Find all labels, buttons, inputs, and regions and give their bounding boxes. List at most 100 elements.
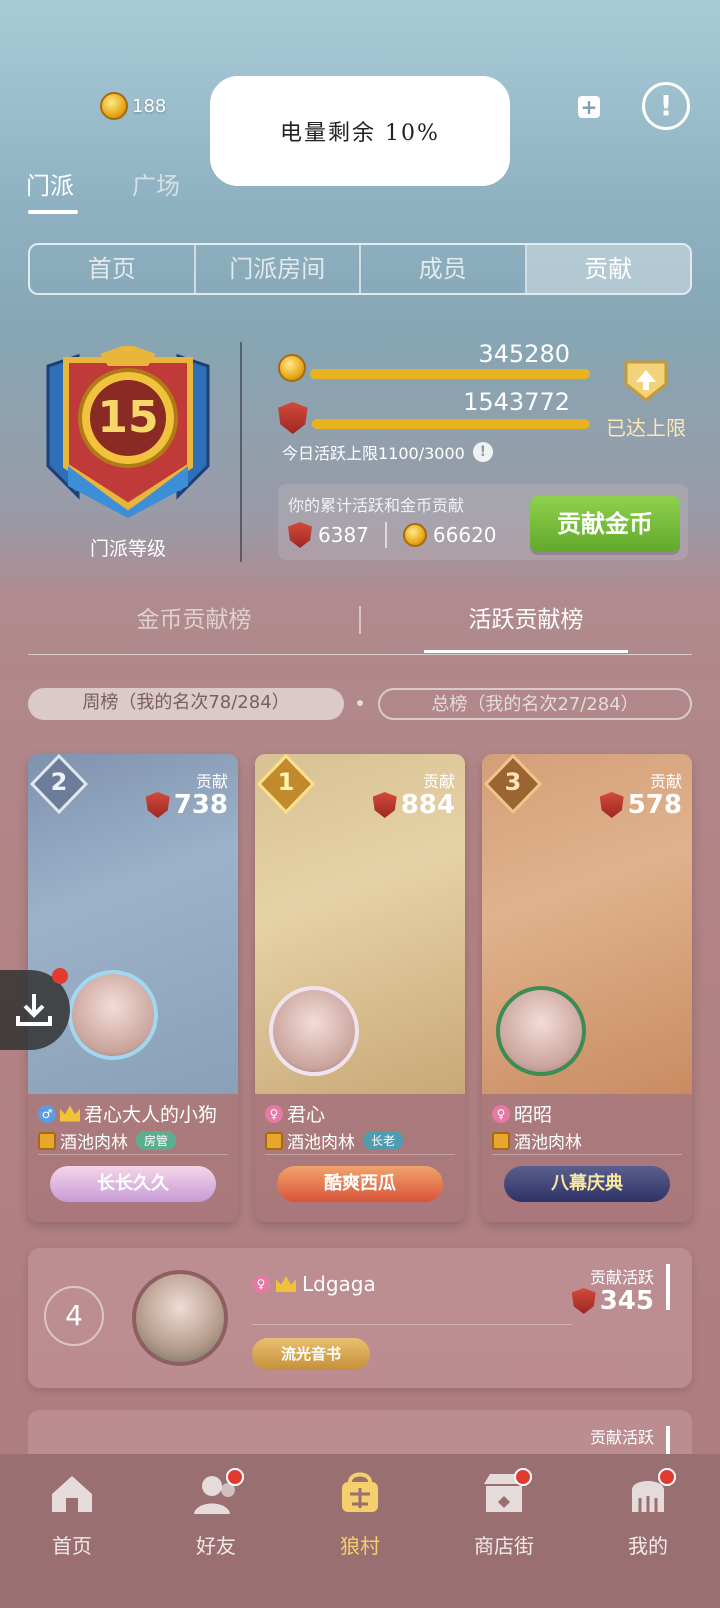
nav-label: 好友 (196, 1534, 236, 1558)
coin-icon (100, 92, 128, 120)
title-banner: 长长久久 (50, 1166, 216, 1202)
contribution-label: 贡献活跃 (589, 1268, 654, 1287)
nav-home[interactable]: 首页 (0, 1454, 144, 1608)
guild-active-stat: 1543772 (278, 388, 590, 434)
player-name: 君心大人的小狗 (84, 1104, 218, 1126)
guild-active-value: 1543772 (463, 388, 570, 416)
divider (28, 654, 692, 655)
female-icon: ♀ (265, 1104, 283, 1123)
subtab-contribution[interactable]: 贡献 (526, 245, 690, 293)
nav-label: 商店街 (474, 1534, 534, 1558)
vip-crown-icon (60, 1105, 80, 1122)
avatar[interactable] (269, 986, 359, 1076)
avatar[interactable] (496, 986, 586, 1076)
contribution-label: 贡献活跃 (589, 1428, 654, 1447)
female-icon: ♀ (492, 1104, 510, 1123)
donate-coins-button[interactable]: 贡献金币 (530, 496, 680, 552)
nav-friends[interactable]: 好友 (144, 1454, 288, 1608)
tab-guild[interactable]: 门派 (26, 166, 74, 201)
trophy-cap-icon (624, 360, 668, 402)
male-icon: ♂ (38, 1104, 56, 1123)
notification-dot (52, 968, 68, 984)
subtab-home[interactable]: 首页 (30, 245, 196, 293)
rank-number: 4 (44, 1286, 104, 1346)
divider (492, 1154, 682, 1155)
my-contribution-title: 你的累计活跃和金币贡献 (288, 496, 465, 515)
clan-name: 酒池肉林 (60, 1133, 128, 1153)
guild-coin-stat: 345280 (278, 340, 590, 382)
rank-card-3[interactable]: 3 贡献 578 ♀ 昭昭 酒池肉林 八幕庆典 (482, 754, 692, 1222)
coin-icon (402, 523, 427, 547)
divider (359, 606, 361, 634)
avatar[interactable] (132, 1270, 228, 1366)
today-limit-text: 今日活跃上限1100/3000 (282, 444, 465, 463)
coin-balance[interactable]: 188 (100, 92, 166, 120)
clan-icon (265, 1131, 283, 1150)
my-coin-value: 66620 (432, 523, 497, 547)
subtab-members[interactable]: 成员 (361, 245, 527, 293)
bottom-nav: 首页 好友 狼村 商店街 我的 (0, 1454, 720, 1608)
clan-name: 酒池肉林 (514, 1133, 582, 1153)
player-name: 昭昭 (514, 1104, 553, 1126)
role-tag: 房管 (136, 1131, 177, 1150)
info-icon[interactable]: ! (642, 82, 690, 130)
nav-shop[interactable]: 商店街 (432, 1454, 576, 1608)
sub-tabs: 首页 门派房间 成员 贡献 (28, 243, 692, 295)
subtab-guild-room[interactable]: 门派房间 (196, 245, 361, 293)
vip-crown-icon (276, 1276, 296, 1292)
player-name-row: ♀ 君心 (265, 1100, 325, 1127)
tab-underline (424, 650, 628, 653)
activity-shield-icon (372, 792, 397, 818)
player-name: Ldgaga (302, 1272, 376, 1296)
title-banner: 酷爽西瓜 (277, 1166, 443, 1202)
tab-active-rank[interactable]: 活跃贡献榜 (360, 600, 692, 634)
contribution-value: 345 (571, 1286, 654, 1316)
download-icon (16, 994, 52, 1026)
cap-reached-text: 已达上限 (606, 416, 686, 440)
divider (252, 1324, 572, 1325)
weekly-rank-filter[interactable]: 周榜（我的名次78/284） (28, 688, 344, 720)
tab-plaza[interactable]: 广场 (132, 166, 180, 201)
player-name-row: ♀ Ldgaga (252, 1272, 376, 1296)
clan-row: 酒池肉林 (492, 1128, 582, 1153)
nav-profile[interactable]: 我的 (576, 1454, 720, 1608)
guild-level-label: 门派等级 (89, 538, 166, 560)
coin-progress-bar (309, 369, 590, 379)
add-icon[interactable]: + (578, 96, 600, 118)
my-contribution-values: 6387 66620 (288, 522, 497, 548)
contribution-number: 884 (400, 790, 455, 820)
contribution-number: 738 (173, 790, 228, 820)
rank-number: 2 (50, 768, 68, 796)
clan-row: 酒池肉林 长老 (265, 1128, 404, 1153)
home-icon (52, 1476, 92, 1512)
notification-dot (658, 1468, 676, 1486)
rank-card-1[interactable]: 1 贡献 884 ♀ 君心 酒池肉林 长老 酷爽西瓜 (255, 754, 465, 1222)
activity-shield-icon (599, 792, 624, 818)
active-progress-bar (311, 419, 590, 429)
divider (38, 1154, 228, 1155)
total-rank-filter[interactable]: 总榜（我的名次27/284） (378, 688, 692, 720)
coin-count: 188 (132, 95, 167, 117)
today-limit: 今日活跃上限1100/3000 ! (282, 440, 493, 464)
coin-icon (278, 354, 306, 382)
contribution-value: 578 (599, 790, 682, 820)
nav-label: 我的 (628, 1534, 668, 1558)
rank-row-4[interactable]: 4 ♀ Ldgaga 流光音书 贡献活跃 345 (28, 1248, 692, 1388)
clan-name: 酒池肉林 (287, 1133, 355, 1153)
activity-shield-icon (288, 522, 312, 548)
contribution-number: 578 (627, 790, 682, 820)
nav-village[interactable]: 狼村 (288, 1454, 432, 1608)
avatar[interactable] (68, 970, 158, 1060)
contribution-value: 884 (372, 790, 455, 820)
activity-shield-icon (571, 1288, 596, 1314)
clan-icon (492, 1131, 510, 1150)
tab-coin-rank[interactable]: 金币贡献榜 (28, 600, 360, 634)
player-name-row: ♀ 昭昭 (492, 1100, 552, 1127)
info-icon[interactable]: ! (472, 442, 493, 462)
my-active-value: 6387 (318, 523, 369, 547)
divider (384, 522, 387, 548)
contribution-number: 345 (599, 1286, 654, 1316)
rank-number: 1 (277, 768, 295, 796)
guild-level-number: 15 (97, 392, 159, 443)
battery-toast: 电量剩余 10% (210, 76, 510, 186)
